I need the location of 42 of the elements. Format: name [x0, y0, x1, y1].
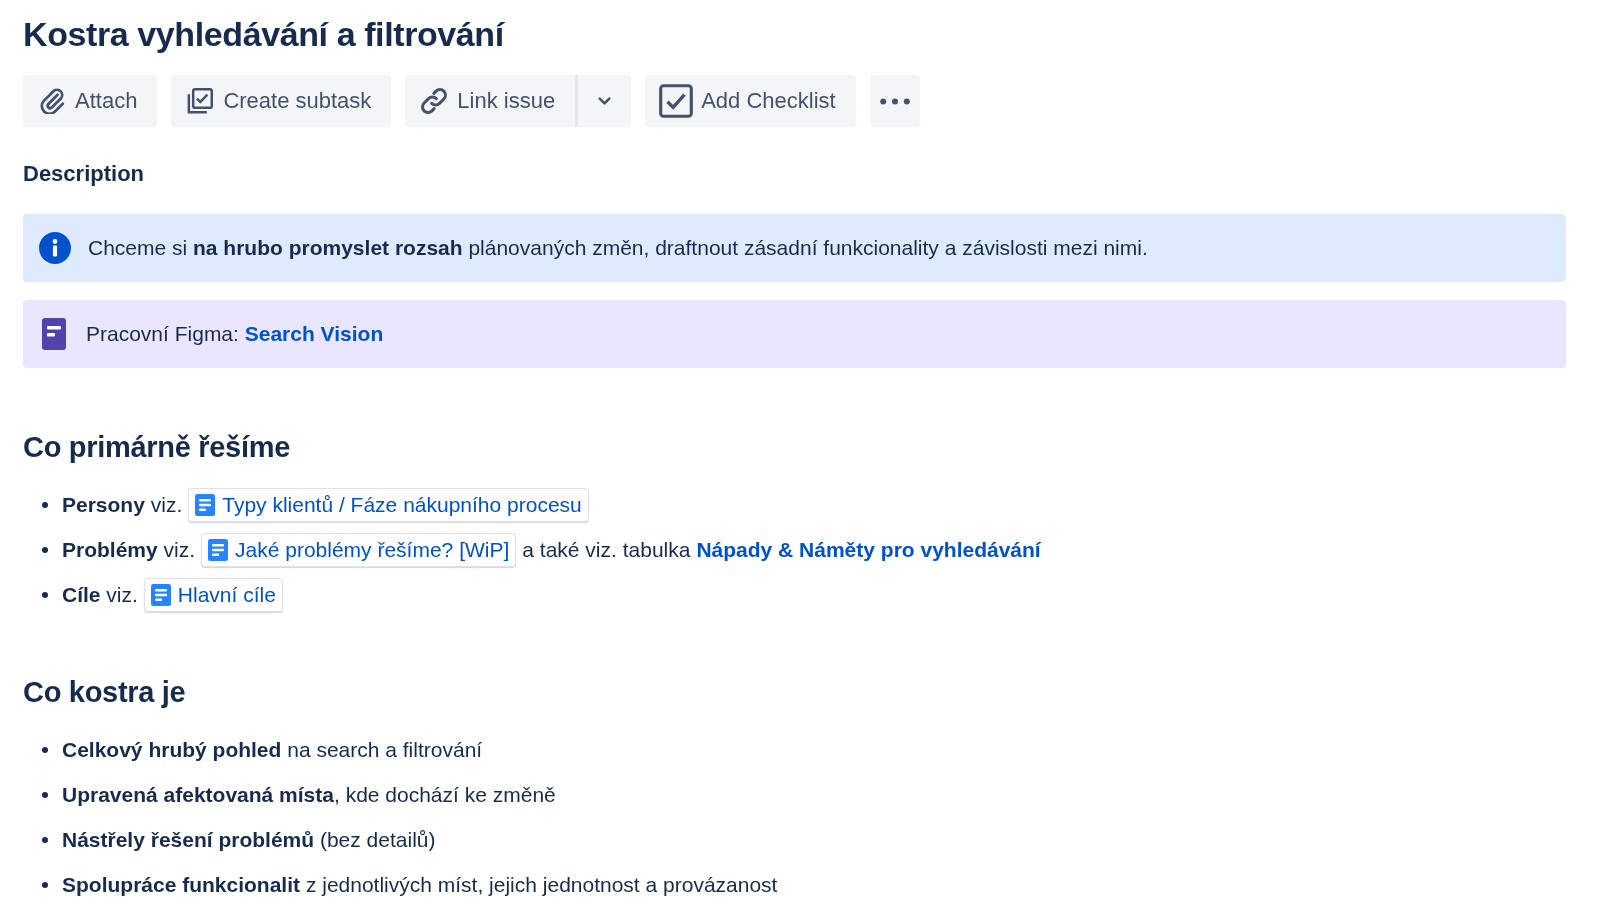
create-subtask-button[interactable]: Create subtask [171, 75, 392, 127]
list-item-text: Upravená afektovaná místa, kde dochází ke změně [62, 781, 556, 808]
bullet-icon [42, 791, 48, 798]
figma-link[interactable]: Search Vision [244, 322, 384, 345]
checkbox-icon [659, 84, 694, 118]
subtask-icon [187, 88, 214, 114]
list-item-text: a také viz. tabulka [522, 536, 691, 563]
issue-title: Kostra vyhledávání a filtrování [23, 14, 504, 55]
section-heading: Co primárně řešíme [23, 430, 290, 465]
bullet-icon [42, 836, 48, 843]
section-heading: Co kostra je [23, 675, 186, 710]
list-item-text: Spolupráce funkcionalit z jednotlivých míst, jejich jednotnost a provázanost [62, 871, 778, 898]
link-issue-button[interactable]: Link issue [405, 75, 576, 127]
page-link-card[interactable]: Hlavní cíle [143, 577, 283, 612]
document-icon [42, 318, 66, 350]
attach-button[interactable]: Attach [23, 75, 158, 127]
paperclip-icon [39, 88, 65, 114]
page-icon [208, 538, 229, 561]
list-item-text: Celkový hrubý pohled na search a filtrování [62, 736, 483, 763]
info-icon [39, 232, 71, 264]
more-button[interactable] [869, 75, 920, 127]
table-link[interactable]: Nápady & Náměty pro vyhledávání [696, 537, 1041, 562]
caret-icon [598, 97, 612, 105]
bullet-icon [42, 546, 48, 553]
bullet-icon [42, 746, 48, 753]
note-text: Pracovní Figma: Search Vision [86, 321, 384, 347]
more-icon [879, 97, 910, 105]
bullet-icon [42, 501, 48, 508]
link-icon [421, 88, 448, 114]
list-item-text: Nástřely řešení problémů (bez detailů) [62, 826, 436, 853]
page-link-card[interactable]: Jaké problémy řešíme? [WiP] [201, 532, 517, 567]
page-link-card[interactable]: Typy klientů / Fáze nákupního procesu [188, 487, 589, 522]
list-item-text: Persony viz. [62, 491, 183, 518]
description-label: Description [23, 161, 145, 187]
page-icon [150, 583, 171, 606]
bullet-icon [42, 881, 48, 888]
page-icon [195, 493, 216, 516]
bullet-icon [42, 591, 48, 598]
list-item-text: Problémy viz. [62, 536, 196, 563]
add-checklist-button[interactable]: Add Checklist [645, 75, 856, 127]
info-text: Chceme si na hrubo promyslet rozsah plánovaných změn, draftnout zásadní funkcionality a závislosti mezi nimi. [88, 235, 1148, 261]
list-item-text: Cíle viz. [62, 581, 138, 608]
